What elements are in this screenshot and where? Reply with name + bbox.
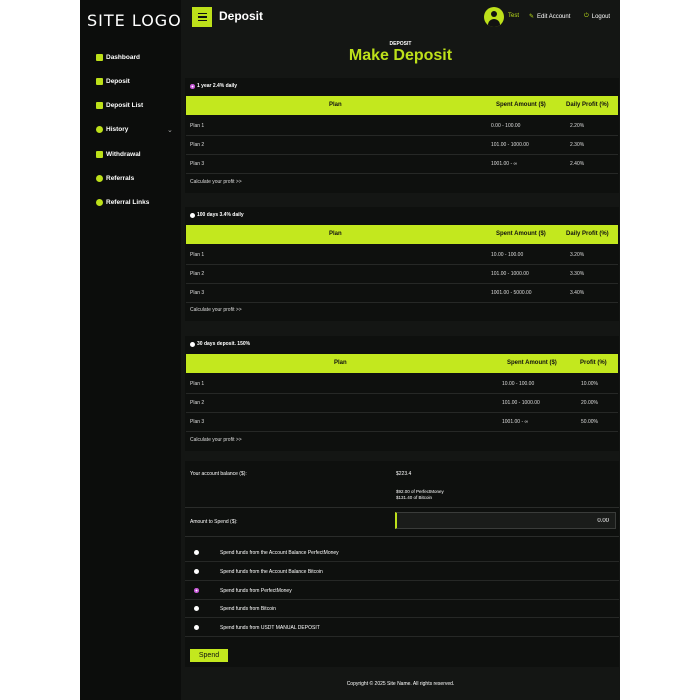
sidebar-item-label: Deposit List: [106, 101, 144, 109]
plan-name[interactable]: 30 days deposit. 150%: [190, 341, 250, 347]
table-row: Plan 3 1001.00 - ∞ 50.00%: [186, 412, 618, 432]
table-row: Plan 2 101.00 - 1000.00 2.30%: [186, 135, 618, 155]
table-row: Plan 1 10.00 - 100.00 3.20%: [186, 245, 618, 265]
amount-label: Amount to Spend ($):: [190, 519, 238, 525]
edit-account-link[interactable]: ✎ Edit Account: [529, 13, 571, 21]
logout-link[interactable]: ⏻ Logout: [584, 13, 610, 20]
sidebar-item-label: Dashboard: [106, 53, 140, 61]
calculate-profit-link[interactable]: Calculate your profit >>: [190, 179, 242, 185]
menu-toggle-button[interactable]: [192, 7, 212, 27]
source-radio[interactable]: [194, 625, 199, 630]
plan-name[interactable]: 100 days 3.4% daily: [190, 212, 244, 218]
page-heading: Deposit: [219, 9, 264, 23]
sidebar-item-deposit-list[interactable]: Deposit List: [96, 98, 143, 112]
balance-detail: $92.00 of PerfectMoney $131.40 of Bitcoi…: [396, 489, 444, 500]
plan-panel: 100 days 3.4% daily Plan Spent Amount ($…: [185, 207, 619, 321]
sidebar: SITE LOGO Dashboard Deposit Deposit List…: [80, 0, 181, 700]
sidebar-item-deposit[interactable]: Deposit: [96, 74, 130, 88]
table-row: Plan 1 0.00 - 100.00 2.20%: [186, 116, 618, 136]
power-icon: ⏻: [584, 13, 589, 19]
source-radio[interactable]: [194, 569, 199, 574]
user-avatar-icon[interactable]: [484, 7, 504, 27]
top-bar: Deposit Test ✎ Edit Account ⏻ Logout: [181, 0, 620, 34]
edit-icon: ✎: [529, 14, 535, 20]
table-row: Plan 2 101.00 - 1000.00 20.00%: [186, 393, 618, 413]
chevron-down-icon[interactable]: ⌄: [167, 126, 173, 134]
user-name[interactable]: Test: [508, 13, 519, 19]
page-title: Make Deposit: [348, 47, 453, 64]
logout-label: Logout: [591, 13, 611, 20]
sidebar-item-dashboard[interactable]: Dashboard: [96, 50, 140, 64]
table-header: Plan Spent Amount ($) Daily Profit (%): [186, 96, 618, 115]
balance-value: $223.4: [396, 471, 412, 477]
footer-copyright: Copyright © 2025 Site Name. All rights r…: [346, 681, 455, 687]
plan-radio[interactable]: [190, 212, 195, 218]
divider: [185, 507, 619, 508]
plan-radio[interactable]: [190, 83, 195, 89]
site-logo[interactable]: SITE LOGO: [87, 11, 182, 30]
spend-button[interactable]: Spend: [190, 649, 228, 662]
payment-source-option[interactable]: Spend funds from the Account Balance Per…: [185, 543, 619, 562]
sidebar-item-label: Referral Links: [106, 198, 150, 206]
dashboard-icon: [96, 53, 103, 61]
plan-name[interactable]: 1 year 2.4% daily: [190, 83, 237, 89]
sidebar-item-withdrawal[interactable]: Withdrawal: [96, 147, 141, 161]
source-radio[interactable]: [194, 606, 199, 611]
payment-source-option[interactable]: Spend funds from USDT MANUAL DEPOSIT: [185, 618, 619, 637]
sidebar-item-label: Deposit: [106, 77, 130, 85]
source-radio[interactable]: [194, 550, 199, 555]
spend-form: Your account balance ($): $223.4 $92.00 …: [185, 461, 619, 667]
table-row: Plan 3 1001.00 - ∞ 2.40%: [186, 154, 618, 174]
deposit-list-icon: [96, 101, 103, 109]
sidebar-item-history[interactable]: History: [96, 122, 128, 136]
deposit-icon: [96, 77, 103, 85]
sidebar-item-label: Withdrawal: [106, 150, 141, 158]
link-icon: [96, 198, 103, 206]
amount-input[interactable]: [395, 512, 616, 529]
payment-source-option[interactable]: Spend funds from the Account Balance Bit…: [185, 562, 619, 581]
payment-source-option[interactable]: Spend funds from Bitcoin: [185, 599, 619, 618]
calculate-profit-link[interactable]: Calculate your profit >>: [190, 437, 242, 443]
calculate-profit-link[interactable]: Calculate your profit >>: [190, 307, 242, 313]
main-content: Deposit Test ✎ Edit Account ⏻ Logout DEP…: [181, 0, 620, 700]
withdrawal-icon: [96, 150, 103, 158]
table-row: Plan 1 10.00 - 100.00 10.00%: [186, 374, 618, 394]
payment-source-option[interactable]: Spend funds from PerfectMoney: [185, 581, 619, 600]
history-icon: [96, 125, 103, 133]
table-header: Plan Spent Amount ($) Daily Profit (%): [186, 225, 618, 244]
table-header: Plan Spent Amount ($) Profit (%): [186, 354, 618, 373]
sidebar-item-referrals[interactable]: Referrals: [96, 171, 134, 185]
plan-panel: 30 days deposit. 150% Plan Spent Amount …: [185, 336, 619, 451]
table-row: Plan 2 101.00 - 1000.00 3.30%: [186, 264, 618, 284]
app-frame: SITE LOGO Dashboard Deposit Deposit List…: [80, 0, 620, 700]
source-radio[interactable]: [194, 588, 199, 593]
balance-label: Your account balance ($):: [190, 471, 247, 477]
sidebar-item-referral-links[interactable]: Referral Links: [96, 195, 149, 209]
divider: [185, 536, 619, 537]
share-icon: [96, 174, 103, 182]
edit-account-label: Edit Account: [537, 13, 571, 20]
sidebar-item-label: History: [106, 125, 129, 133]
plan-panel: 1 year 2.4% daily Plan Spent Amount ($) …: [185, 78, 619, 193]
sidebar-item-label: Referrals: [106, 174, 135, 182]
table-row: Plan 3 1001.00 - 5000.00 3.40%: [186, 283, 618, 303]
plan-radio[interactable]: [190, 341, 195, 347]
